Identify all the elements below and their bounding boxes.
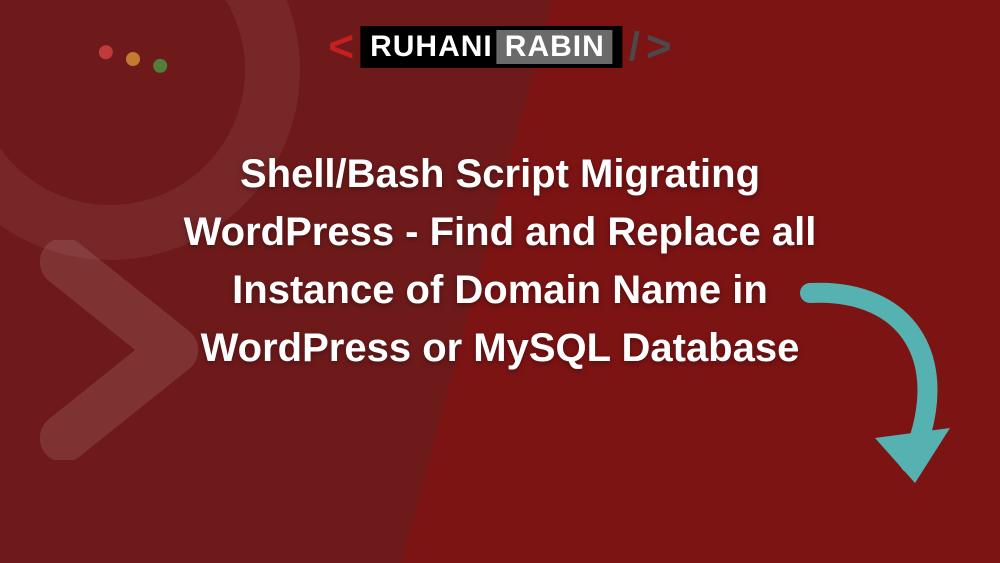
brand-logo: < RUHANI RABIN / > xyxy=(328,22,671,72)
dot-yellow-icon xyxy=(125,51,142,68)
brand-text-white: RUHANI xyxy=(370,30,493,64)
curved-arrow-icon xyxy=(770,278,960,528)
dot-red-icon xyxy=(97,44,114,61)
angle-close-icon: > xyxy=(646,22,672,72)
slash-icon: / xyxy=(629,25,640,70)
page-title: Shell/Bash Script Migrating WordPress - … xyxy=(130,145,870,377)
brand-text-gray: RABIN xyxy=(497,30,613,64)
brand-box: RUHANI RABIN xyxy=(360,26,623,68)
angle-open-icon: < xyxy=(328,22,354,72)
